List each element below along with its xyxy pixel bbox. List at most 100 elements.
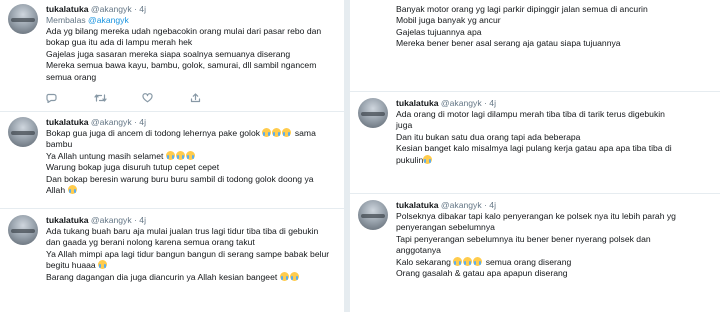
avatar[interactable] — [8, 4, 38, 34]
separator: · — [484, 98, 487, 108]
author-handle[interactable]: @akangyk — [441, 98, 482, 108]
author-handle[interactable]: @akangyk — [441, 200, 482, 210]
tweet-text: Ada yg bilang mereka udah ngebacokin ora… — [46, 26, 336, 83]
tweet-line: Ada orang di motor lagi dilampu merah ti… — [396, 109, 665, 119]
tweet-line: juga — [396, 120, 413, 131]
separator: · — [134, 4, 137, 14]
tweet-line: Ya Allah mimpi apa lagi tidur bangun ban… — [46, 248, 330, 259]
tweet-line: Banyak motor orang yg lagi parkir diping… — [396, 4, 648, 14]
crying-emoji-icon — [67, 185, 77, 195]
tweet-header: tukalatuka @akangyk · 4j — [46, 215, 336, 226]
tweet-line: Allah — [46, 185, 336, 196]
tweet-line: dan gaada yg berani nolong karena semua … — [46, 237, 255, 248]
tweet-line-text: Allah — [46, 185, 66, 196]
tweet[interactable]: tukalatuka @akangyk · 4j Bokap gua juga … — [0, 112, 344, 209]
author-name[interactable]: tukalatuka — [46, 117, 89, 127]
crying-emoji-icon — [423, 154, 433, 164]
crying-emoji-icon — [165, 150, 175, 160]
tweet-line: Warung bokap juga disuruh tutup cepet ce… — [46, 162, 220, 173]
tweet-line-text: Bokap gua juga di ancem di todong lehern… — [46, 128, 261, 138]
timestamp[interactable]: 4j — [489, 98, 496, 108]
author-name[interactable]: tukalatuka — [396, 98, 439, 108]
avatar[interactable] — [8, 117, 38, 147]
timestamp[interactable]: 4j — [489, 200, 496, 210]
tweet[interactable]: tukalatuka @akangyk · 4j Membalas @akang… — [0, 0, 344, 112]
tweet-line-text: begitu huaaa — [46, 260, 96, 271]
crying-emoji-icon — [279, 271, 289, 281]
separator: · — [484, 200, 487, 210]
tweet-header: tukalatuka @akangyk · 4j — [46, 117, 336, 128]
tweet-text: Banyak motor orang yg lagi parkir diping… — [396, 4, 712, 50]
tweet[interactable]: Banyak motor orang yg lagi parkir diping… — [350, 0, 720, 92]
tweet-text: Bokap gua juga di ancem di todong lehern… — [46, 128, 336, 196]
reply-mention[interactable]: @akangyk — [88, 15, 129, 25]
author-handle[interactable]: @akangyk — [91, 215, 132, 225]
crying-emoji-icon — [289, 271, 299, 281]
tweet-line: Gajelas juga sasaran mereka siapa soalny… — [46, 48, 291, 59]
tweet[interactable]: tukalatuka @akangyk · 4j Ada tukang buah… — [0, 209, 344, 312]
tweet-line-tail: sama — [294, 128, 316, 138]
tweet-line: Barang dagangan dia juga diancurin ya Al… — [46, 271, 336, 283]
crying-emoji-icon — [262, 128, 272, 137]
author-name[interactable]: tukalatuka — [46, 4, 89, 14]
avatar[interactable] — [358, 200, 388, 230]
avatar[interactable] — [358, 98, 388, 128]
tweet-line: Mereka semua bawa kayu, bambu, golok, sa… — [46, 60, 317, 71]
reply-context: Membalas @akangyk — [46, 15, 336, 26]
tweet-line: Tapi penyerangan sebelumnya itu bener be… — [396, 233, 651, 244]
tweet-line-tail: semua orang diserang — [485, 256, 572, 267]
tweet-line: bokap gua itu ada di lampu merah hek — [46, 37, 193, 48]
tweet-line: Kalo sekarang semua orang diserang — [396, 256, 712, 268]
author-name[interactable]: tukalatuka — [46, 215, 89, 225]
tweet-line-text: Barang dagangan dia juga diancurin ya Al… — [46, 271, 278, 282]
tweet-text: Ada tukang buah baru aja mulai jualan tr… — [46, 226, 336, 283]
crying-emoji-icon — [463, 256, 473, 266]
author-handle[interactable]: @akangyk — [91, 117, 132, 127]
share-button[interactable] — [190, 93, 238, 103]
timestamp[interactable]: 4j — [139, 215, 146, 225]
tweet-line: Mereka bener bener asal serang aja gatau… — [396, 38, 621, 49]
tweet-line-text: pukulin — [396, 154, 424, 165]
timestamp[interactable]: 4j — [139, 4, 146, 14]
tweet-line-text: Ya Allah untung masih selamet — [46, 150, 164, 161]
tweet-actions — [46, 93, 238, 103]
tweet-header: tukalatuka @akangyk · 4j — [46, 4, 336, 15]
tweet-line: begitu huaaa — [46, 260, 336, 271]
tweet-line: Ada tukang buah baru aja mulai jualan tr… — [46, 226, 319, 236]
tweet-line: anggotanya — [396, 245, 441, 256]
tweet[interactable]: tukalatuka @akangyk · 4j Ada orang di mo… — [350, 92, 720, 194]
crying-emoji-icon — [453, 256, 463, 266]
author-name[interactable]: tukalatuka — [396, 200, 439, 210]
like-button[interactable] — [142, 93, 190, 103]
tweet-line: Polseknya dibakar tapi kalo penyerangan … — [396, 211, 676, 221]
retweet-button[interactable] — [94, 93, 142, 103]
tweet-line: Dan bokap beresin warung buru buru sambi… — [46, 173, 314, 184]
crying-emoji-icon — [282, 128, 292, 137]
heart-icon — [142, 93, 153, 103]
tweet-line: Ada yg bilang mereka udah ngebacokin ora… — [46, 26, 322, 36]
tweet-line: penyerangan sebelumnya — [396, 222, 495, 233]
separator: · — [134, 215, 137, 225]
avatar[interactable] — [8, 215, 38, 245]
crying-emoji-icon — [175, 150, 185, 160]
retweet-icon — [94, 94, 107, 102]
left-tweet-column: tukalatuka @akangyk · 4j Membalas @akang… — [0, 0, 345, 312]
tweet-line: Mobil juga banyak yg ancur — [396, 15, 501, 26]
reply-button[interactable] — [46, 93, 94, 103]
crying-emoji-icon — [473, 256, 483, 266]
tweet-text: Ada orang di motor lagi dilampu merah ti… — [396, 109, 712, 166]
separator: · — [134, 117, 137, 127]
right-tweet-column: Banyak motor orang yg lagi parkir diping… — [350, 0, 720, 312]
tweet-line-text: Kalo sekarang — [396, 256, 451, 267]
tweet-header: tukalatuka @akangyk · 4j — [396, 98, 712, 109]
tweet-line: Orang gasalah & gatau apa apapun diseran… — [396, 268, 568, 279]
tweet[interactable]: tukalatuka @akangyk · 4j Polseknya dibak… — [350, 194, 720, 312]
tweet-line: Dan itu bukan satu dua orang tapi ada be… — [396, 131, 581, 142]
tweet-line: pukulin — [396, 154, 712, 166]
share-icon — [190, 93, 201, 103]
tweet-line: semua orang — [46, 71, 97, 82]
timestamp[interactable]: 4j — [139, 117, 146, 127]
tweet-line: Kesian banget kalo misalmya lagi pulang … — [396, 143, 672, 154]
author-handle[interactable]: @akangyk — [91, 4, 132, 14]
tweet-text: Polseknya dibakar tapi kalo penyerangan … — [396, 211, 712, 279]
